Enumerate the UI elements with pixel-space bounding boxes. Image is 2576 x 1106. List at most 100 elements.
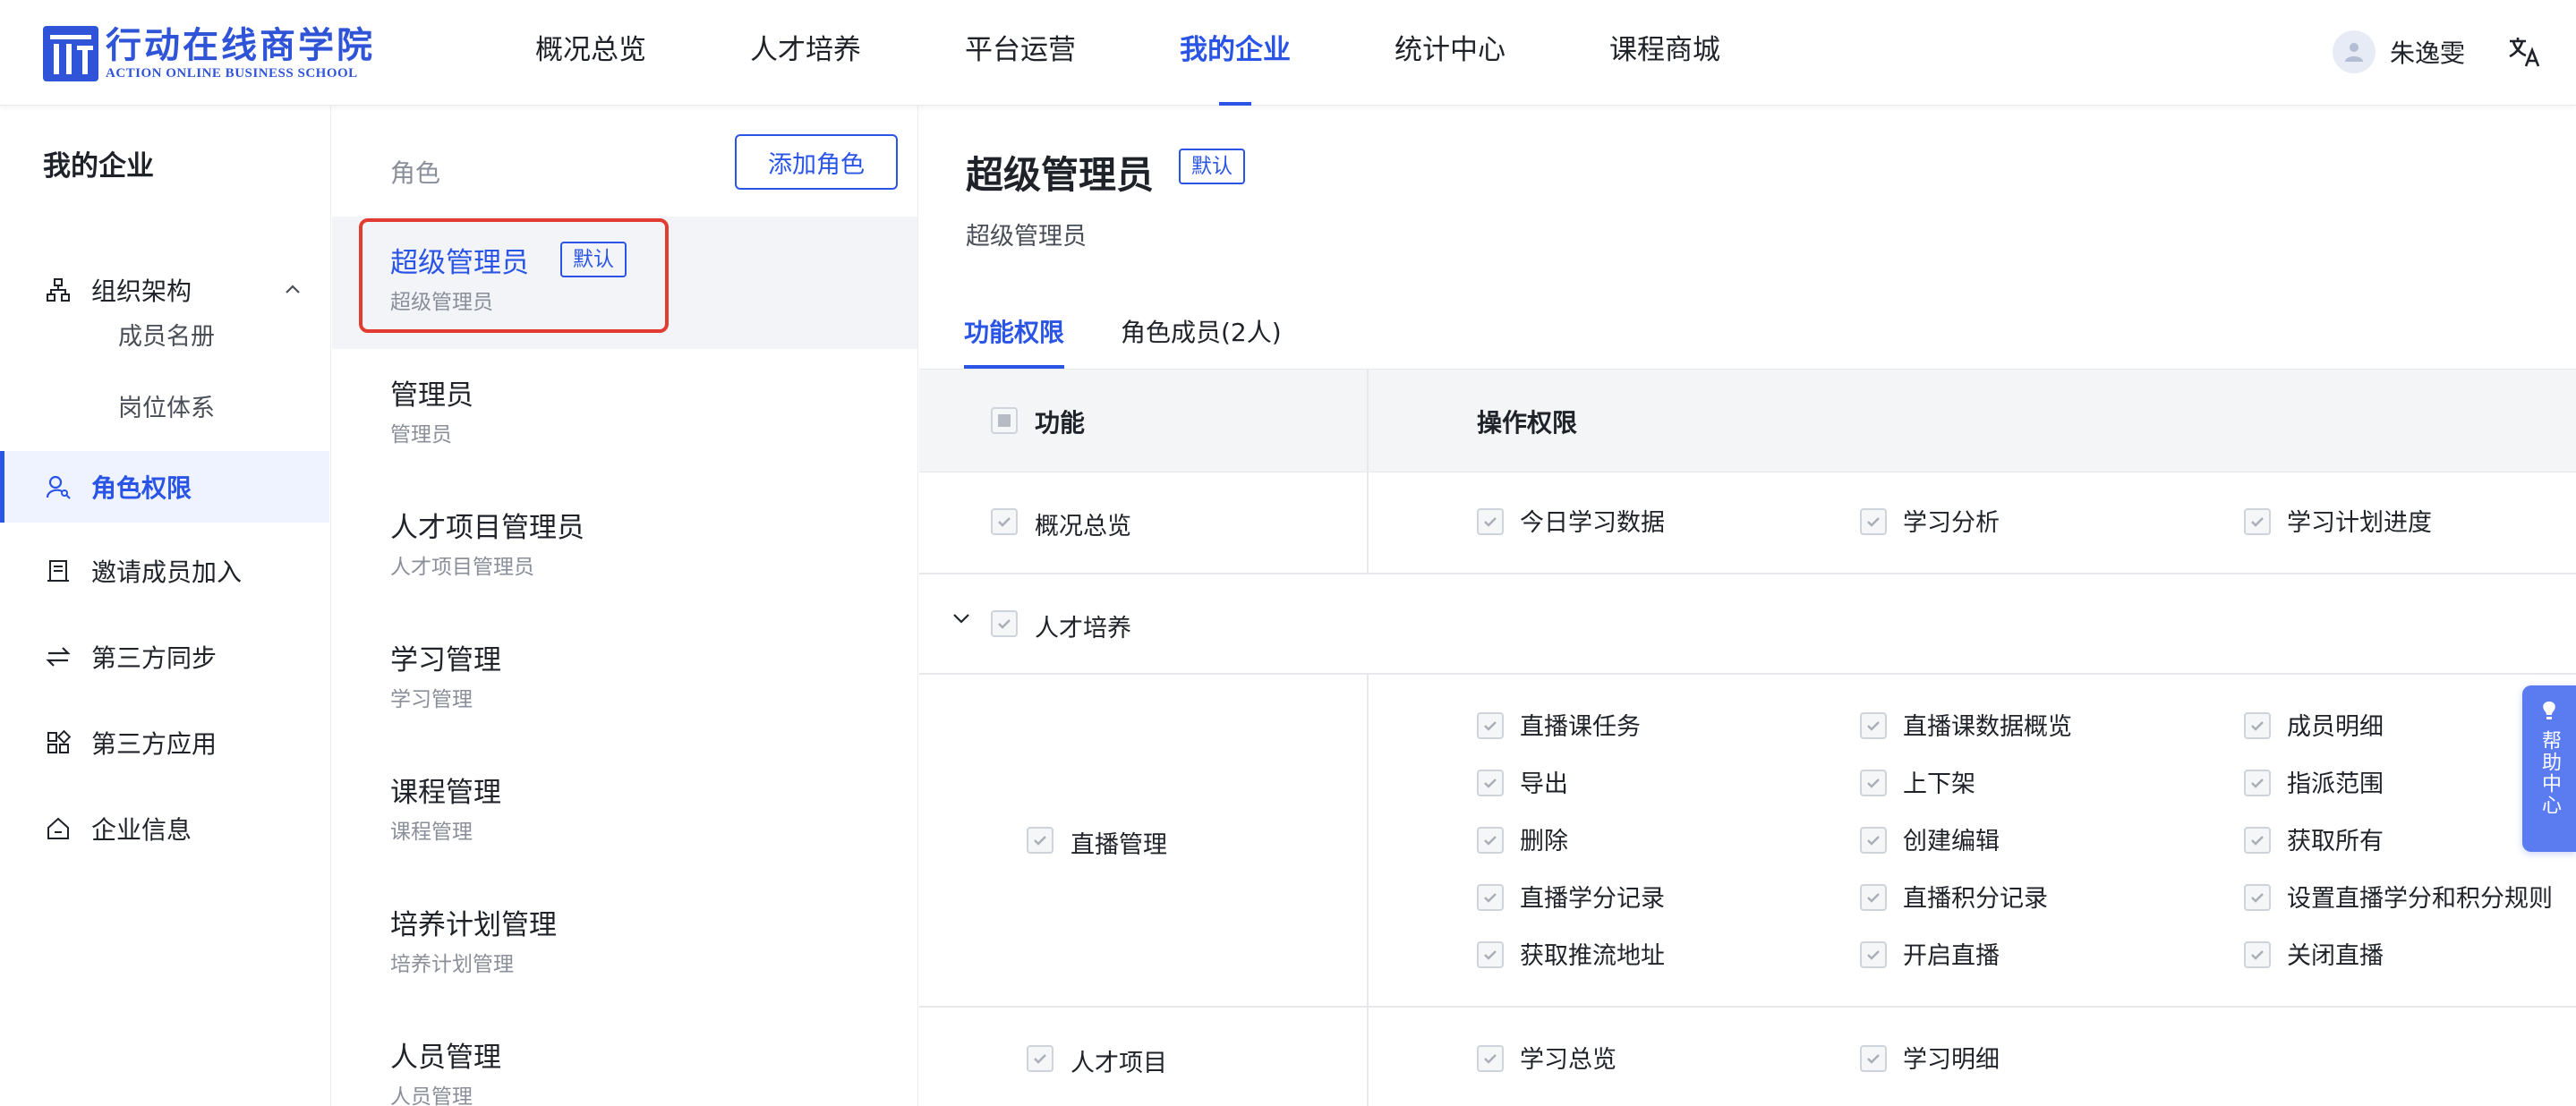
role-item[interactable]: 学习管理 学习管理 bbox=[332, 614, 917, 746]
role-name: 人员管理 bbox=[390, 1042, 501, 1074]
role-name: 培养计划管理 bbox=[390, 909, 557, 941]
column-divider bbox=[1367, 472, 1369, 574]
permission-checkbox[interactable] bbox=[1860, 508, 1887, 535]
permission-checkbox[interactable] bbox=[1477, 884, 1504, 911]
column-divider bbox=[1367, 1008, 1369, 1106]
permission-label: 上下架 bbox=[1903, 770, 1975, 798]
permission-table: 功能 操作权限 概况总览 今日学习数据 学习分析 学习计划进度 人才培养 直播管… bbox=[919, 369, 2576, 1106]
permission-label: 直播学分记录 bbox=[1520, 885, 1665, 913]
permission-checkbox[interactable] bbox=[1477, 770, 1504, 796]
sidebar-item-label: 企业信息 bbox=[91, 815, 192, 845]
sidebar-item-sync[interactable]: 第三方同步 bbox=[0, 621, 329, 693]
permission-checkbox[interactable] bbox=[1477, 1045, 1504, 1072]
function-checkbox[interactable] bbox=[991, 610, 1018, 637]
default-badge: 默认 bbox=[1179, 149, 1245, 184]
home-icon bbox=[45, 815, 72, 842]
permission-label: 成员明细 bbox=[2287, 713, 2384, 741]
sidebar-item-positions[interactable]: 岗位体系 bbox=[118, 388, 215, 423]
permission-checkbox[interactable] bbox=[1860, 770, 1887, 796]
role-desc: 人员管理 bbox=[390, 1085, 473, 1106]
permission-checkbox[interactable] bbox=[1860, 827, 1887, 854]
role-item[interactable]: 课程管理 课程管理 bbox=[332, 746, 917, 879]
sidebar-item-label: 第三方同步 bbox=[91, 643, 218, 673]
role-name: 学习管理 bbox=[390, 644, 501, 676]
nav-operations[interactable]: 平台运营 bbox=[913, 0, 1128, 106]
sidebar-item-label: 角色权限 bbox=[91, 473, 192, 503]
function-checkbox[interactable] bbox=[1027, 827, 1053, 854]
translate-icon[interactable] bbox=[2506, 34, 2542, 70]
sidebar-item-label: 第三方应用 bbox=[91, 729, 218, 759]
function-checkbox[interactable] bbox=[991, 508, 1018, 535]
permission-checkbox[interactable] bbox=[2244, 827, 2271, 854]
sidebar-item-label: 组织架构 bbox=[91, 276, 192, 306]
brand-name: 行动在线商学院 bbox=[106, 25, 375, 66]
avatar[interactable] bbox=[2333, 30, 2376, 73]
permission-checkbox[interactable] bbox=[1477, 712, 1504, 739]
nav-statistics[interactable]: 统计中心 bbox=[1343, 0, 1557, 106]
table-header: 功能 操作权限 bbox=[919, 369, 2576, 472]
role-item[interactable]: 培养计划管理 培养计划管理 bbox=[332, 879, 917, 1011]
sync-arrows-icon bbox=[45, 643, 72, 670]
sidebar-item-apps[interactable]: 第三方应用 bbox=[0, 707, 329, 778]
nav-course-mall[interactable]: 课程商城 bbox=[1557, 0, 1772, 106]
permission-checkbox[interactable] bbox=[1860, 884, 1887, 911]
role-item[interactable]: 管理员 管理员 bbox=[332, 349, 917, 481]
permission-checkbox[interactable] bbox=[1860, 1045, 1887, 1072]
permission-checkbox[interactable] bbox=[2244, 884, 2271, 911]
table-row: 直播管理 直播课任务 直播课数据概览 成员明细 导出 上下架 指派范围 删除 创… bbox=[919, 675, 2576, 1008]
tab-role-members[interactable]: 角色成员(2人) bbox=[1121, 313, 1282, 349]
permission-label: 开启直播 bbox=[1903, 942, 2000, 970]
role-desc: 管理员 bbox=[390, 423, 452, 447]
role-desc: 课程管理 bbox=[390, 821, 473, 844]
permission-checkbox[interactable] bbox=[1860, 712, 1887, 739]
add-role-button[interactable]: 添加角色 bbox=[735, 134, 898, 190]
permission-checkbox[interactable] bbox=[2244, 508, 2271, 535]
role-name: 课程管理 bbox=[390, 777, 501, 809]
sidebar-item-roles[interactable]: 角色权限 bbox=[0, 451, 329, 523]
role-desc: 培养计划管理 bbox=[390, 953, 514, 976]
table-row-group: 人才培养 bbox=[919, 574, 2576, 675]
chevron-down-icon[interactable] bbox=[950, 607, 973, 630]
logo[interactable]: 行动在线商学院 ACTION ONLINE BUSINESS SCHOOL bbox=[43, 25, 375, 82]
permission-checkbox[interactable] bbox=[2244, 770, 2271, 796]
permission-checkbox[interactable] bbox=[2244, 712, 2271, 739]
column-divider bbox=[1367, 369, 1369, 472]
user-menu[interactable]: 朱逸雯 bbox=[2333, 30, 2465, 73]
role-item[interactable]: 人员管理 人员管理 bbox=[332, 1011, 917, 1106]
permission-checkbox[interactable] bbox=[1477, 508, 1504, 535]
column-divider bbox=[1367, 675, 1369, 1008]
permission-label: 直播课数据概览 bbox=[1903, 713, 2072, 741]
sidebar: 我的企业 组织架构 成员名册 岗位体系 角色权限 邀请成员加入 第三方同步 第三… bbox=[0, 106, 331, 1106]
permission-checkbox[interactable] bbox=[1477, 941, 1504, 968]
permission-checkbox[interactable] bbox=[1860, 941, 1887, 968]
nav-overview[interactable]: 概况总览 bbox=[483, 0, 698, 106]
user-icon bbox=[2345, 43, 2363, 62]
function-label: 概况总览 bbox=[1035, 513, 1131, 540]
permission-label: 学习分析 bbox=[1903, 509, 2000, 537]
nav-talent[interactable]: 人才培养 bbox=[698, 0, 913, 106]
apps-grid-icon bbox=[45, 729, 72, 756]
permission-label: 今日学习数据 bbox=[1520, 509, 1665, 537]
top-header: 行动在线商学院 ACTION ONLINE BUSINESS SCHOOL 概况… bbox=[0, 0, 2576, 106]
permission-checkbox[interactable] bbox=[2244, 941, 2271, 968]
sidebar-item-invite[interactable]: 邀请成员加入 bbox=[0, 535, 329, 607]
permission-label: 学习计划进度 bbox=[2287, 509, 2432, 537]
help-center-button[interactable]: 帮助中心 bbox=[2522, 685, 2576, 852]
tab-function-permissions[interactable]: 功能权限 bbox=[964, 313, 1064, 349]
permission-label: 直播课任务 bbox=[1520, 713, 1641, 741]
sidebar-item-info[interactable]: 企业信息 bbox=[0, 793, 329, 864]
role-item[interactable]: 人才项目管理员 人才项目管理员 bbox=[332, 481, 917, 614]
role-detail-panel: 超级管理员 默认 超级管理员 功能权限 角色成员(2人) 功能 操作权限 概况总… bbox=[919, 106, 2576, 1106]
function-checkbox[interactable] bbox=[1027, 1045, 1053, 1072]
permission-checkbox[interactable] bbox=[1477, 827, 1504, 854]
permission-label: 设置直播学分和积分规则 bbox=[2287, 885, 2553, 913]
chevron-up-icon[interactable] bbox=[283, 280, 303, 300]
sidebar-item-org[interactable]: 组织架构 bbox=[0, 254, 329, 326]
column-header-function: 功能 bbox=[1035, 408, 1086, 438]
nav-my-enterprise[interactable]: 我的企业 bbox=[1128, 0, 1343, 106]
lightbulb-icon bbox=[2543, 702, 2555, 719]
function-label: 直播管理 bbox=[1070, 831, 1167, 859]
select-all-checkbox[interactable] bbox=[991, 407, 1018, 434]
role-name: 管理员 bbox=[390, 379, 473, 412]
sidebar-item-members[interactable]: 成员名册 bbox=[118, 317, 215, 352]
